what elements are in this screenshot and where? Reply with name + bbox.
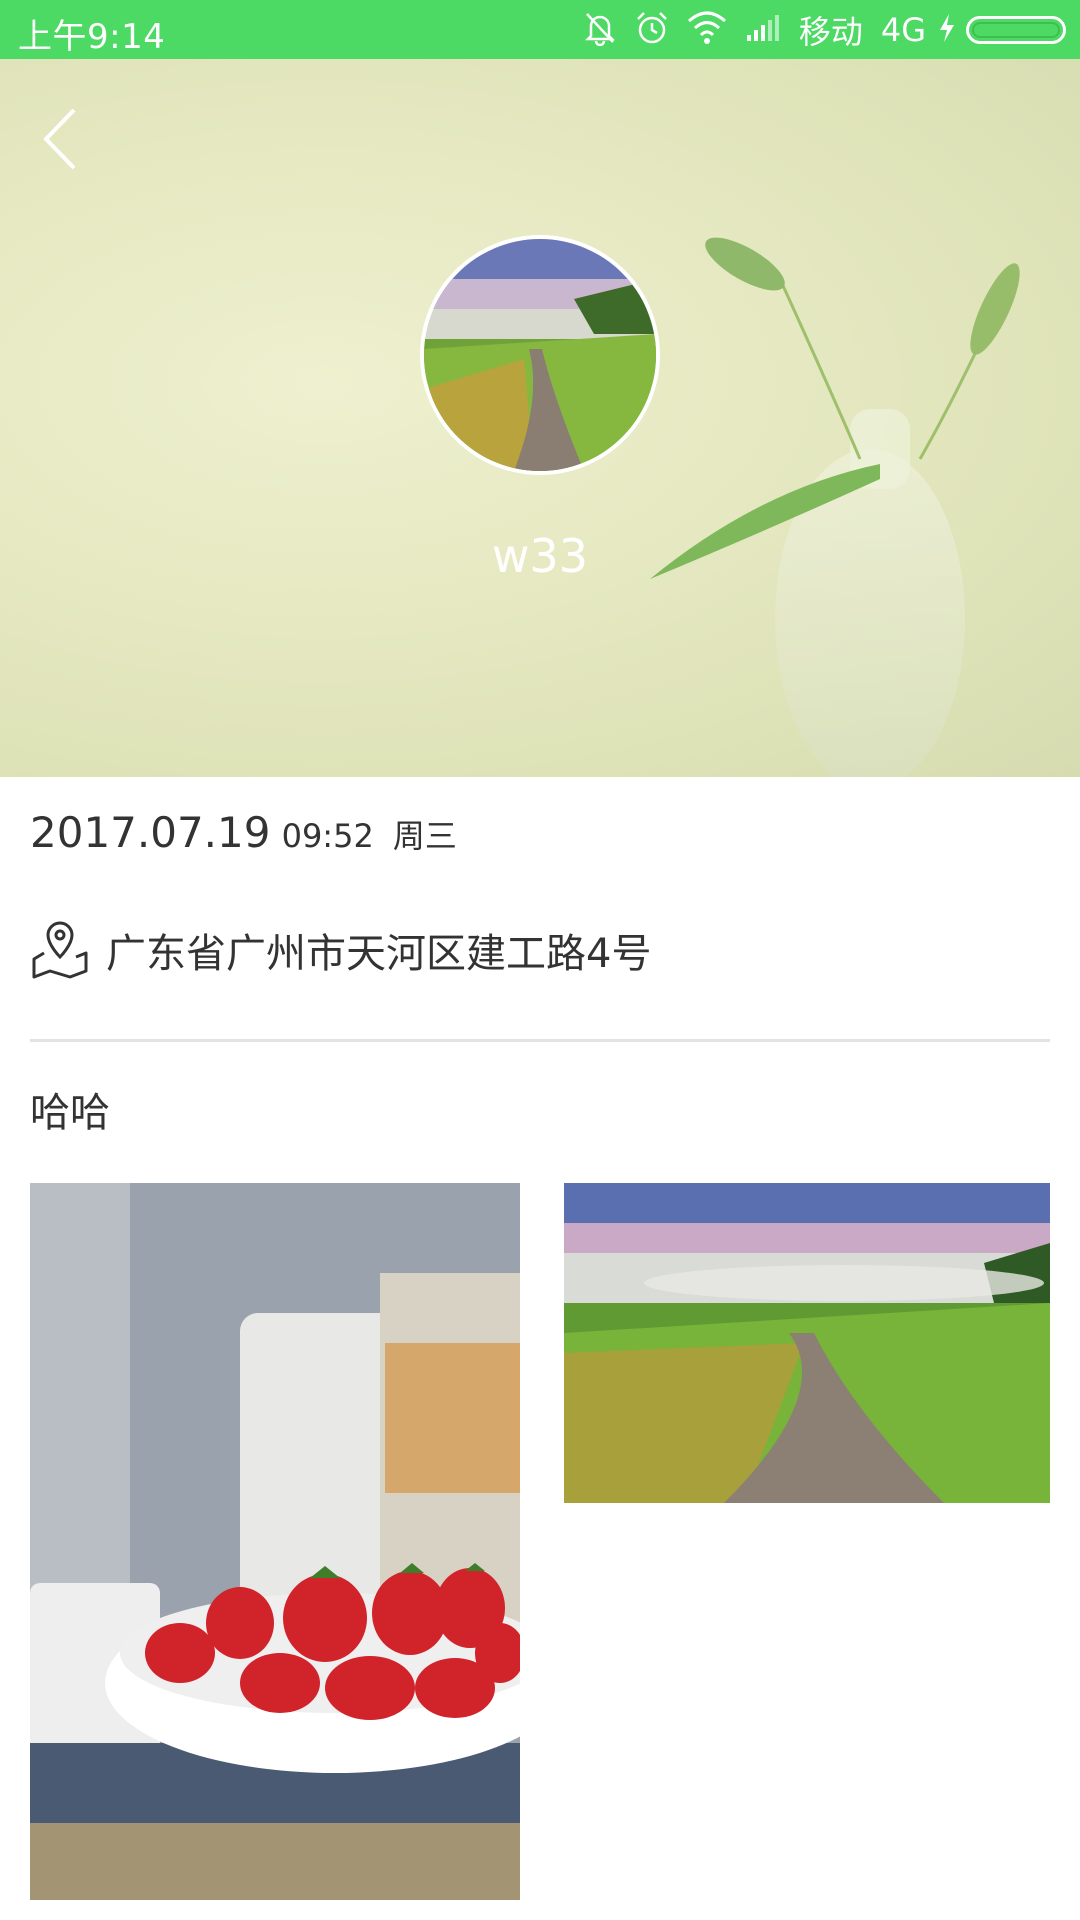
carrier-label: 移动	[798, 13, 863, 51]
avatar-country-road-photo	[424, 239, 656, 471]
location-label: 广东省广州市天河区建工路4号	[106, 931, 652, 977]
photo-country-road[interactable]	[564, 1183, 1050, 1503]
status-bar: 上午9:14 移动 4G	[0, 0, 1080, 59]
strawberries-photo	[30, 1183, 520, 1900]
post-date: 2017.07.19 09:52 周三	[30, 808, 457, 857]
status-icons: 移动 4G	[565, 8, 1066, 52]
battery-icon	[966, 16, 1066, 44]
divider	[30, 1039, 1050, 1042]
location-row[interactable]: 广东省广州市天河区建工路4号	[30, 915, 651, 985]
avatar[interactable]	[420, 235, 660, 475]
post-text: 哈哈	[30, 1090, 110, 1136]
wifi-icon	[687, 11, 727, 49]
profile-header: w33	[0, 59, 1080, 777]
time-label: 09:52	[281, 817, 374, 855]
photo-strawberries[interactable]	[30, 1183, 520, 1900]
mute-icon	[583, 10, 617, 50]
battery-level	[972, 22, 1060, 38]
chevron-left-icon	[43, 108, 76, 170]
network-label: 4G	[880, 11, 926, 49]
map-pin-icon	[32, 921, 88, 979]
charging-icon	[938, 13, 956, 47]
signal-icon	[745, 13, 781, 47]
country-road-photo	[564, 1183, 1050, 1503]
weekday-label: 周三	[392, 817, 457, 855]
username: w33	[491, 529, 589, 583]
back-button[interactable]	[38, 104, 88, 174]
status-time: 上午9:14	[18, 17, 166, 57]
date-label: 2017.07.19	[30, 808, 271, 857]
alarm-icon	[635, 10, 669, 50]
